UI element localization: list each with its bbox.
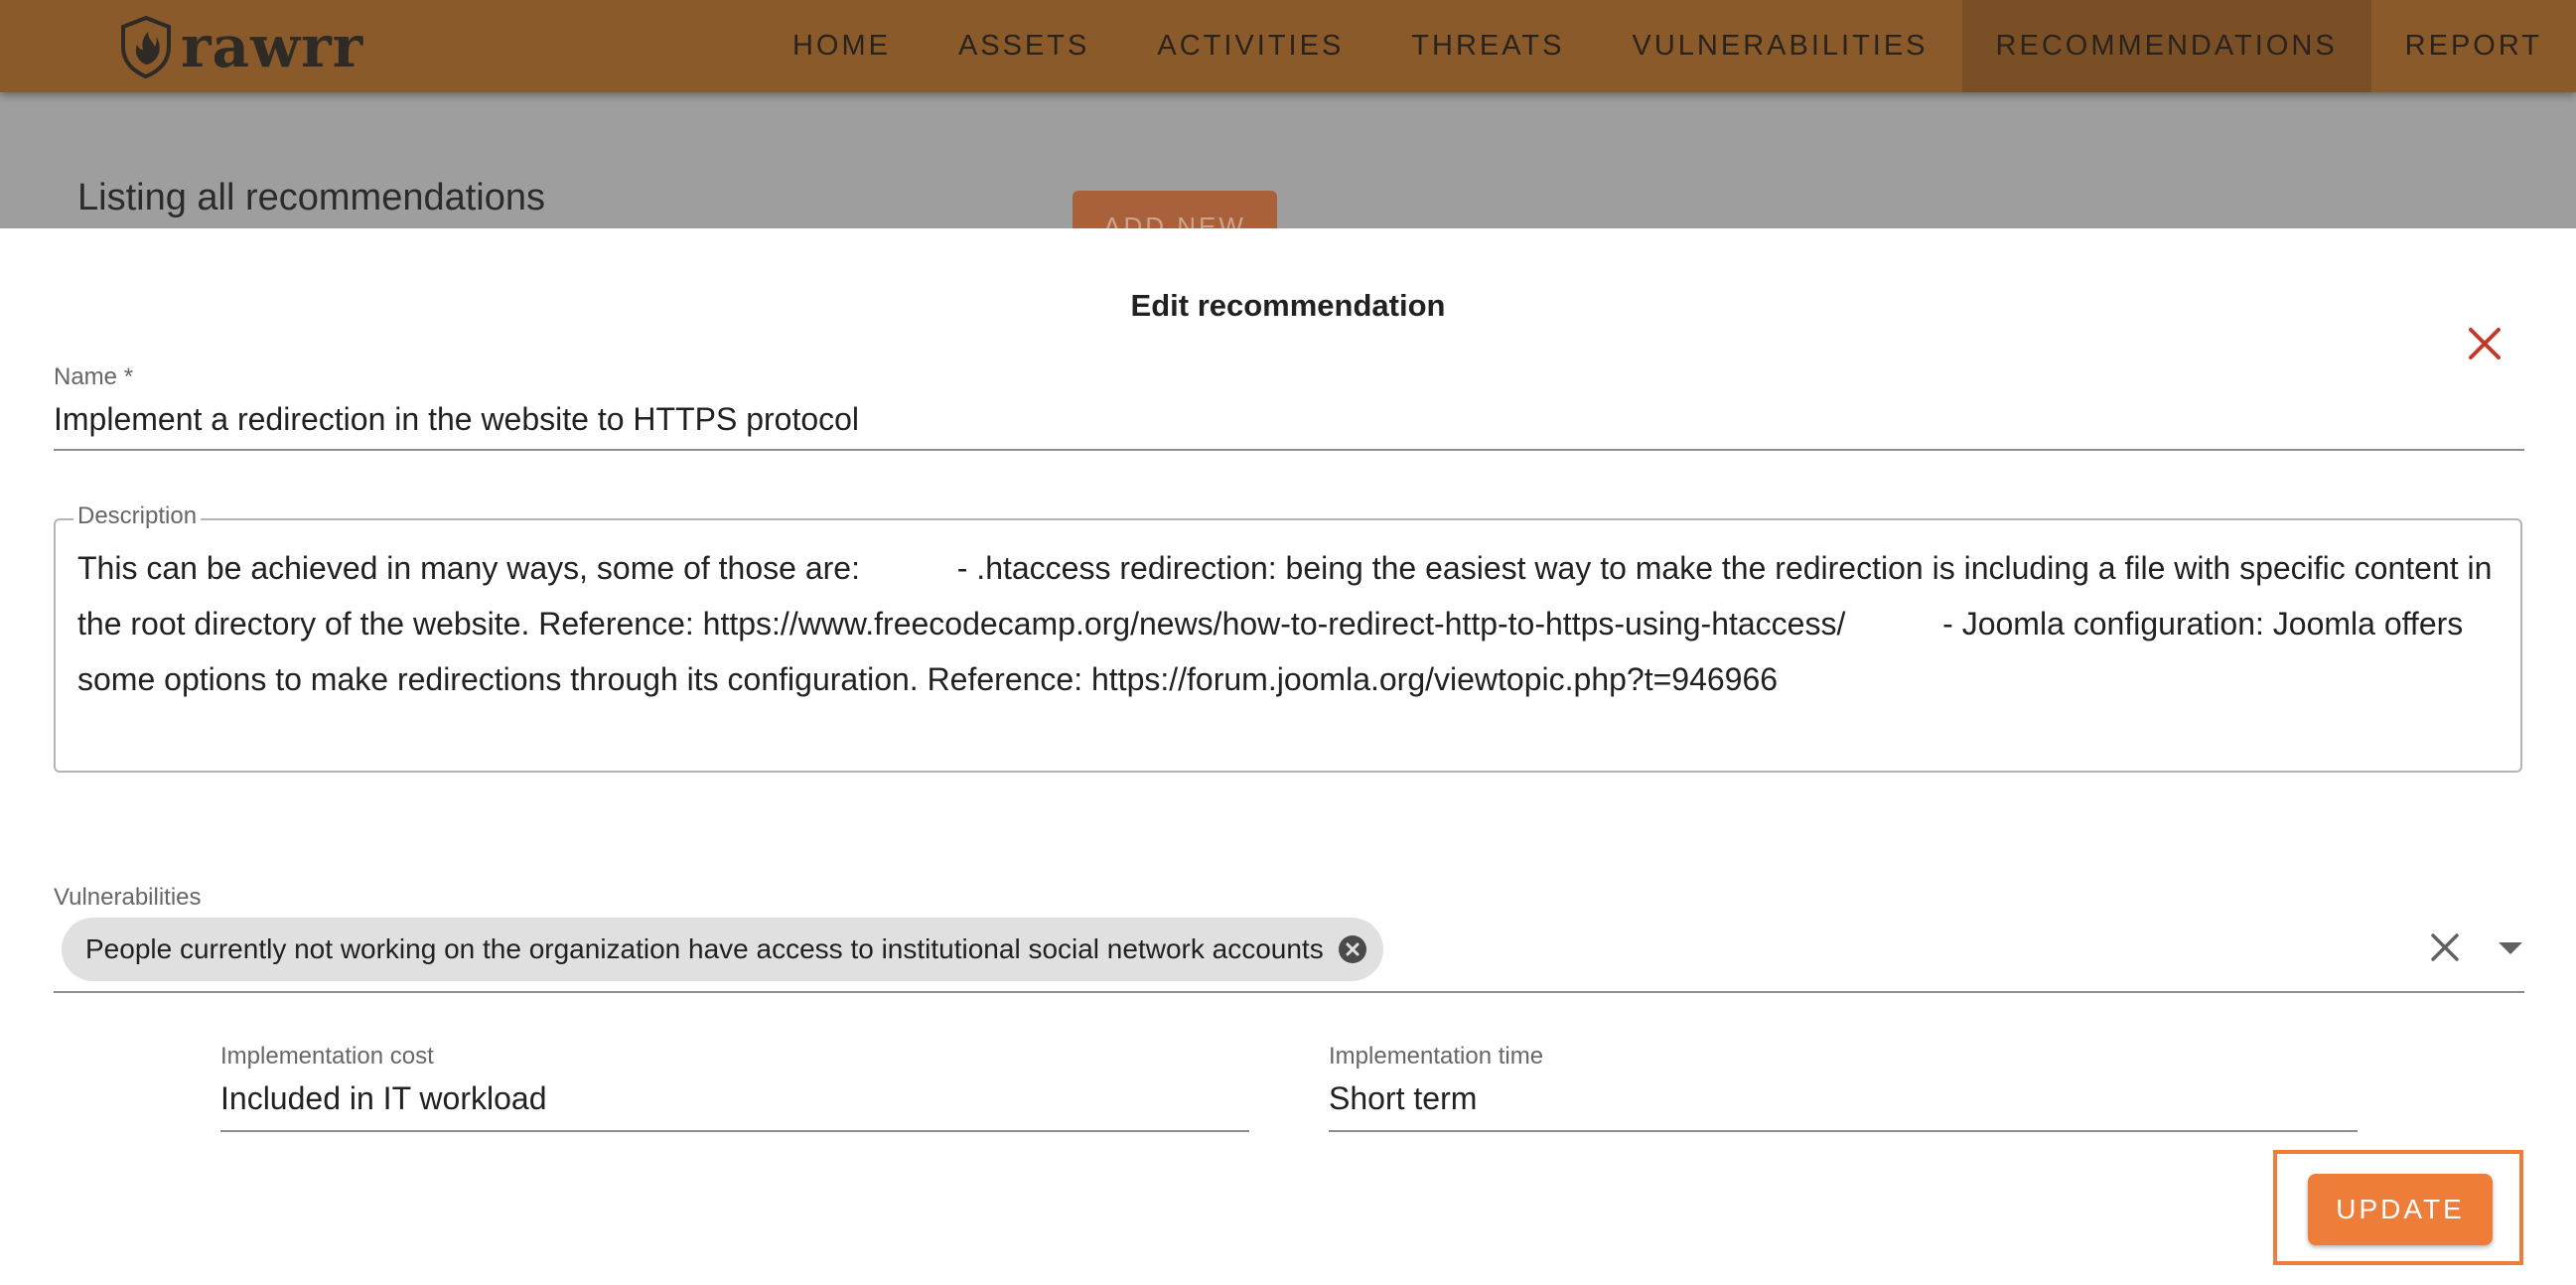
- shield-flame-icon: [121, 15, 171, 78]
- nav-item-home[interactable]: HOME: [759, 0, 925, 92]
- vulnerability-chip[interactable]: People currently not working on the orga…: [62, 918, 1383, 981]
- vulnerabilities-field[interactable]: Vulnerabilities People currently not wor…: [54, 884, 2524, 993]
- name-input[interactable]: Implement a redirection in the website t…: [54, 401, 2524, 438]
- close-icon[interactable]: [2465, 324, 2504, 363]
- vulnerabilities-label: Vulnerabilities: [54, 884, 202, 911]
- logo-text: rawrr: [181, 13, 364, 80]
- modal-title: Edit recommendation: [1130, 288, 1446, 323]
- nav-item-activities[interactable]: ACTIVITIES: [1123, 0, 1377, 92]
- nav-item-vulnerabilities[interactable]: VULNERABILITIES: [1599, 0, 1962, 92]
- implementation-cost-field[interactable]: Implementation cost Included in IT workl…: [220, 1043, 1249, 1132]
- nav-item-threats[interactable]: THREATS: [1377, 0, 1598, 92]
- chevron-down-icon[interactable]: [2497, 939, 2524, 957]
- name-label: Name *: [54, 363, 134, 390]
- implementation-time-underline: [1329, 1130, 2358, 1132]
- implementation-cost-underline: [220, 1130, 1249, 1132]
- edit-recommendation-modal: Edit recommendation Name * Implement a r…: [0, 228, 2576, 1285]
- nav-item-report[interactable]: REPORT: [2371, 0, 2576, 92]
- description-label: Description: [73, 502, 202, 530]
- description-field[interactable]: Description This can be achieved in many…: [54, 502, 2522, 773]
- app-logo[interactable]: rawrr: [119, 12, 363, 81]
- implementation-time-field[interactable]: Implementation time Short term: [1329, 1043, 2358, 1132]
- update-button[interactable]: UPDATE: [2308, 1174, 2493, 1245]
- description-textarea[interactable]: This can be achieved in many ways, some …: [77, 540, 2499, 707]
- vulnerability-chip-label: People currently not working on the orga…: [85, 933, 1324, 964]
- vulnerabilities-underline: [54, 991, 2524, 993]
- implementation-cost-select[interactable]: Included in IT workload: [220, 1080, 1249, 1117]
- name-field[interactable]: Name * Implement a redirection in the we…: [54, 363, 2524, 451]
- implementation-cost-label: Implementation cost: [220, 1043, 434, 1070]
- nav-item-recommendations[interactable]: RECOMMENDATIONS: [1961, 0, 2371, 92]
- implementation-time-label: Implementation time: [1329, 1043, 1544, 1070]
- nav-item-assets[interactable]: ASSETS: [925, 0, 1123, 92]
- name-underline: [54, 449, 2524, 451]
- implementation-time-select[interactable]: Short term: [1329, 1080, 2358, 1117]
- chip-remove-icon[interactable]: [1338, 934, 1367, 964]
- clear-icon[interactable]: [2425, 928, 2465, 967]
- top-navbar: rawrr HOME ASSETS ACTIVITIES THREATS VUL…: [0, 0, 2576, 92]
- nav-menu: HOME ASSETS ACTIVITIES THREATS VULNERABI…: [759, 0, 2576, 92]
- page-title: Listing all recommendations: [77, 177, 546, 218]
